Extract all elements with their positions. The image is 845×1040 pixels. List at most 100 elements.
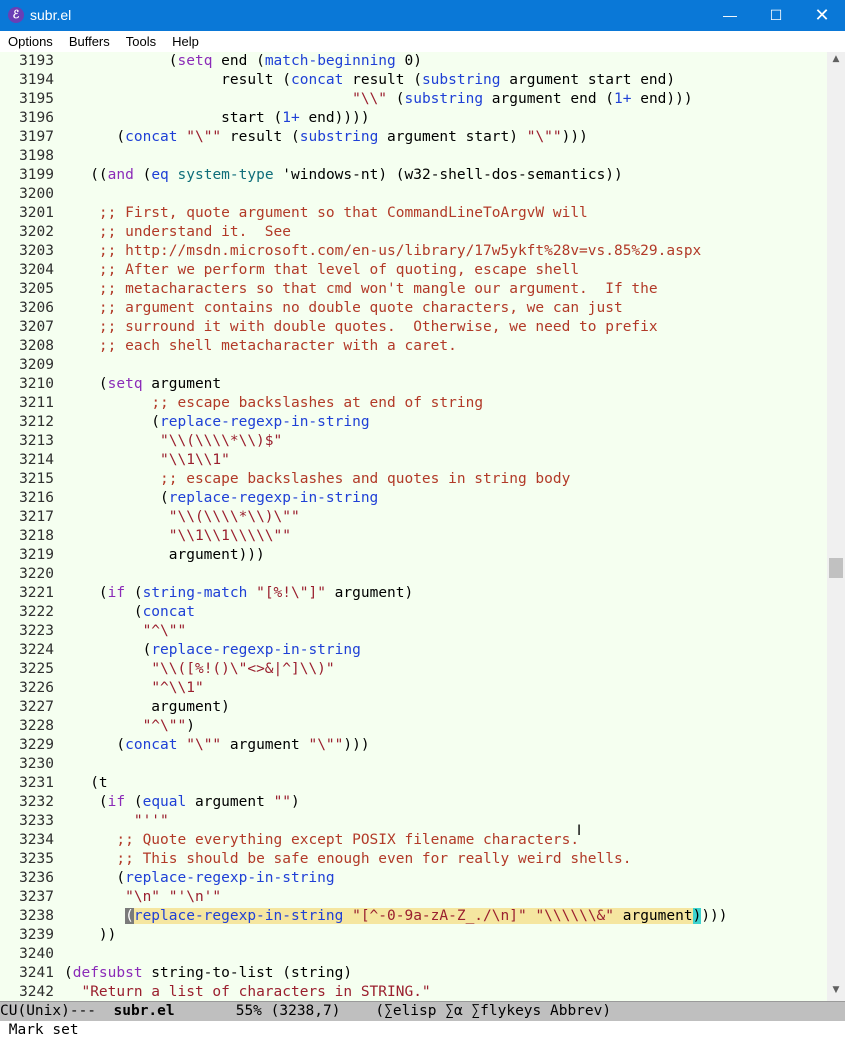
code-line[interactable]: 3209 — [0, 356, 827, 375]
minibuffer[interactable]: Mark set — [0, 1021, 845, 1040]
close-icon[interactable]: ✕ — [799, 0, 845, 31]
code-line[interactable]: 3237 "\n" "'\n'" — [0, 888, 827, 907]
code-line[interactable]: 3202 ;; understand it. See — [0, 223, 827, 242]
code-line[interactable]: 3222 (concat — [0, 603, 827, 622]
code-text: (setq end (match-beginning 0) — [64, 53, 422, 69]
menu-buffers[interactable]: Buffers — [61, 31, 118, 49]
line-number: 3240 — [19, 946, 54, 962]
code-line[interactable]: 3234 ;; Quote everything except POSIX fi… — [0, 831, 827, 850]
code-text: (t — [64, 775, 108, 791]
line-number: 3202 — [19, 224, 54, 240]
line-number: 3238 — [19, 908, 54, 924]
code-line[interactable]: 3219 argument))) — [0, 546, 827, 565]
code-text: ;; After we perform that level of quotin… — [98, 262, 580, 278]
code-line[interactable]: 3238 (replace-regexp-in-string "[^-0-9a-… — [0, 907, 827, 926]
maximize-icon[interactable]: ☐ — [753, 0, 799, 31]
mouse-ibeam-icon: I — [577, 823, 582, 839]
line-number: 3235 — [19, 851, 54, 867]
code-line[interactable]: 3210 (setq argument — [0, 375, 827, 394]
code-line[interactable]: 3195 "\\" (substring argument end (1+ en… — [0, 90, 827, 109]
line-number: 3201 — [19, 205, 54, 221]
scroll-down-icon[interactable]: ▼ — [827, 985, 845, 999]
line-number: 3229 — [19, 737, 54, 753]
line-number: 3242 — [19, 984, 54, 1000]
code-text: (setq argument — [64, 376, 222, 392]
line-number: 3227 — [19, 699, 54, 715]
code-line[interactable]: 3214 "\\1\\1" — [0, 451, 827, 470]
code-line[interactable]: 3239 )) — [0, 926, 827, 945]
menu-tools[interactable]: Tools — [118, 31, 164, 49]
code-line[interactable]: 3228 "^\"") — [0, 717, 827, 736]
code-text: (replace-regexp-in-string — [64, 490, 379, 506]
minimize-icon[interactable]: — — [707, 0, 753, 31]
code-line[interactable]: 3224 (replace-regexp-in-string — [0, 641, 827, 660]
code-line[interactable]: 3226 "^\\1" — [0, 679, 827, 698]
code-line[interactable]: 3229 (concat "\"" argument "\""))) — [0, 736, 827, 755]
code-line[interactable]: 3230 — [0, 755, 827, 774]
code-editor[interactable]: 3193 (setq end (match-beginning 0) 3194 r… — [0, 52, 827, 1001]
mode-line: CU(Unix)--- subr.el 55% (3238,7) (∑elisp… — [0, 1001, 845, 1021]
code-line[interactable]: 3193 (setq end (match-beginning 0) — [0, 52, 827, 71]
line-number: 3225 — [19, 661, 54, 677]
code-line[interactable]: 3200 — [0, 185, 827, 204]
scroll-up-icon[interactable]: ▲ — [827, 54, 845, 68]
code-line[interactable]: 3211 ;; escape backslashes at end of str… — [0, 394, 827, 413]
code-text: ;; http://msdn.microsoft.com/en-us/libra… — [98, 243, 702, 259]
line-number: 3212 — [19, 414, 54, 430]
code-text: "''" — [133, 813, 169, 829]
code-line[interactable]: 3207 ;; surround it with double quotes. … — [0, 318, 827, 337]
line-number: 3232 — [19, 794, 54, 810]
code-line[interactable]: 3218 "\\1\\1\\\\\"" — [0, 527, 827, 546]
code-line[interactable]: 3201 ;; First, quote argument so that Co… — [0, 204, 827, 223]
code-line[interactable]: 3220 — [0, 565, 827, 584]
code-text: "\n" "'\n'" — [125, 889, 222, 905]
code-text: argument) — [64, 699, 230, 715]
line-number: 3237 — [19, 889, 54, 905]
code-line[interactable]: 3227 argument) — [0, 698, 827, 717]
line-number: 3195 — [19, 91, 54, 107]
code-line[interactable]: 3215 ;; escape backslashes and quotes in… — [0, 470, 827, 489]
code-line[interactable]: 3206 ;; argument contains no double quot… — [0, 299, 827, 318]
menu-help[interactable]: Help — [164, 31, 207, 49]
code-line[interactable]: 3241 (defsubst string-to-list (string) — [0, 964, 827, 983]
code-line[interactable]: 3217 "\\(\\\\*\\)\"" — [0, 508, 827, 527]
code-line[interactable]: 3242 "Return a list of characters in STR… — [0, 983, 827, 1001]
code-text: )) — [64, 927, 117, 943]
code-line[interactable]: 3197 (concat "\"" result (substring argu… — [0, 128, 827, 147]
code-line[interactable]: 3235 ;; This should be safe enough even … — [0, 850, 827, 869]
code-line[interactable]: 3221 (if (string-match "[%!\"]" argument… — [0, 584, 827, 603]
code-line[interactable]: 3203 ;; http://msdn.microsoft.com/en-us/… — [0, 242, 827, 261]
line-number: 3205 — [19, 281, 54, 297]
code-line[interactable]: 3194 result (concat result (substring ar… — [0, 71, 827, 90]
code-line[interactable]: 3213 "\\(\\\\*\\)$" — [0, 432, 827, 451]
code-text: argument))) — [64, 547, 265, 563]
line-number: 3197 — [19, 129, 54, 145]
line-number: 3222 — [19, 604, 54, 620]
code-line[interactable]: 3231 (t — [0, 774, 827, 793]
code-line[interactable]: 3223 "^\"" — [0, 622, 827, 641]
code-line[interactable]: 3232 (if (equal argument "") — [0, 793, 827, 812]
code-line[interactable]: 3240 — [0, 945, 827, 964]
code-line[interactable]: 3225 "\\([%!()\"<>&|^]\\)" — [0, 660, 827, 679]
scrollbar-thumb[interactable] — [829, 558, 843, 578]
code-line[interactable]: 3198 — [0, 147, 827, 166]
code-line[interactable]: 3212 (replace-regexp-in-string — [0, 413, 827, 432]
code-text: ;; Quote everything except POSIX filenam… — [116, 832, 580, 848]
code-line[interactable]: 3196 start (1+ end)))) — [0, 109, 827, 128]
code-text: ;; escape backslashes at end of string — [151, 395, 484, 411]
modeline-buffer-name: subr.el — [113, 1003, 175, 1019]
line-number: 3241 — [19, 965, 54, 981]
code-line[interactable]: 3216 (replace-regexp-in-string — [0, 489, 827, 508]
code-line[interactable]: 3236 (replace-regexp-in-string — [0, 869, 827, 888]
code-line[interactable]: 3208 ;; each shell metacharacter with a … — [0, 337, 827, 356]
code-text: (replace-regexp-in-string "[^-0-9a-zA-Z_… — [125, 908, 728, 924]
code-line[interactable]: 3205 ;; metacharacters so that cmd won't… — [0, 280, 827, 299]
code-text: (replace-regexp-in-string — [64, 642, 361, 658]
code-line[interactable]: 3204 ;; After we perform that level of q… — [0, 261, 827, 280]
code-line[interactable]: 3199 ((and (eq system-type 'windows-nt) … — [0, 166, 827, 185]
menu-options[interactable]: Options — [0, 31, 61, 49]
line-number: 3228 — [19, 718, 54, 734]
code-line[interactable]: 3233 "''" — [0, 812, 827, 831]
vertical-scrollbar[interactable]: ▲ ▼ — [827, 52, 845, 1001]
code-text: (concat "\"" argument "\""))) — [64, 737, 370, 753]
